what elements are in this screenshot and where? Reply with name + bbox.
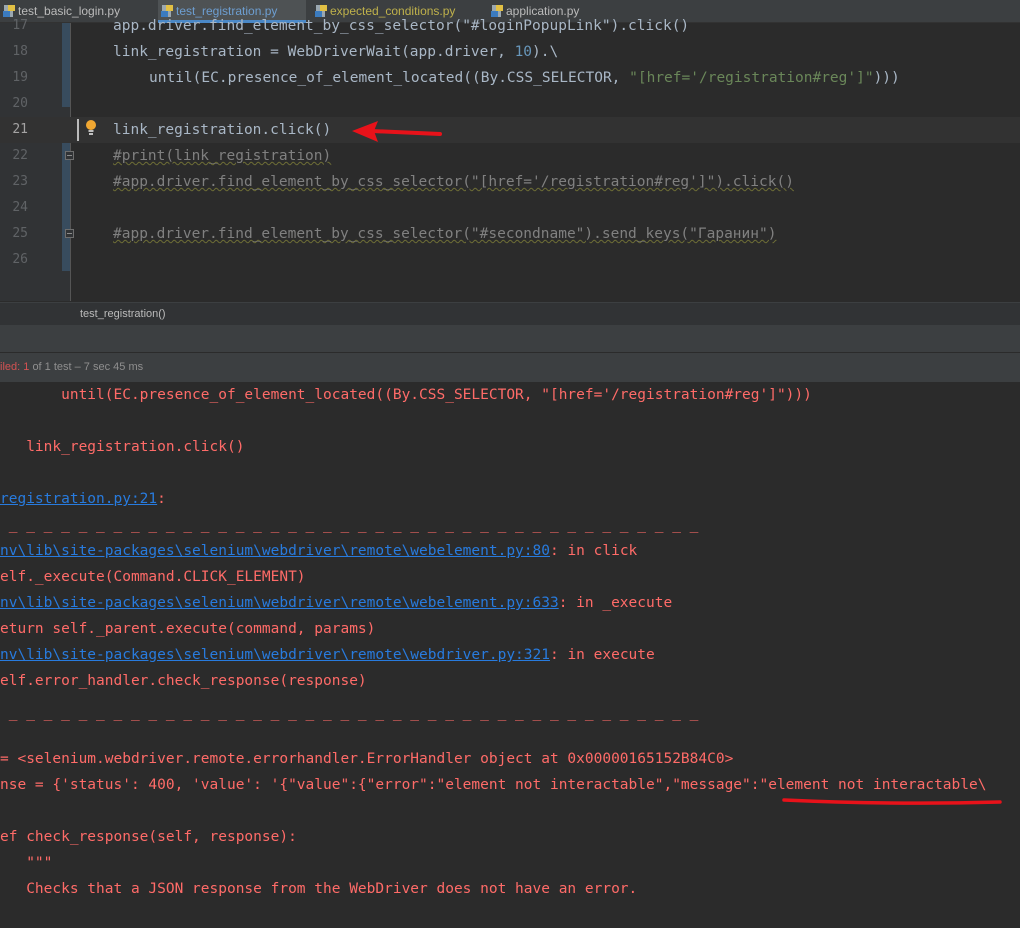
lightbulb-icon[interactable] xyxy=(85,119,97,137)
code-line-current[interactable]: 21 link_registration.click() xyxy=(0,117,1020,143)
traceback-link[interactable]: nv\lib\site-packages\selenium\webdriver\… xyxy=(0,595,559,611)
panel-separator xyxy=(0,325,1020,352)
run-summary: of 1 test – 7 sec 45 ms xyxy=(32,361,144,373)
failed-count: 1 xyxy=(23,361,30,373)
code-editor[interactable]: 17 app.driver.find_element_by_css_select… xyxy=(0,18,1020,301)
console-line: link_registration.click() xyxy=(0,439,245,455)
console-text: : in click xyxy=(549,543,638,559)
console-line: nv\lib\site-packages\selenium\webdriver\… xyxy=(0,590,672,616)
run-console-output[interactable]: until(EC.presence_of_element_located((By… xyxy=(0,382,1020,928)
code-segment: link_registration = WebDriverWait(app.dr… xyxy=(113,44,515,60)
fold-marker-icon[interactable] xyxy=(65,151,74,160)
fold-marker-icon[interactable] xyxy=(65,229,74,238)
code-line[interactable]: 20 xyxy=(0,91,1020,117)
code-comment: #print(link_registration) xyxy=(113,148,332,164)
code-line[interactable]: 18 link_registration = WebDriverWait(app… xyxy=(0,39,1020,65)
console-line: """ xyxy=(0,855,53,871)
code-line[interactable]: 23 #app.driver.find_element_by_css_selec… xyxy=(0,169,1020,195)
line-number: 17 xyxy=(12,18,28,33)
code-text: link_registration = WebDriverWait(app.dr… xyxy=(113,39,558,65)
console-text: : in _execute xyxy=(558,595,673,611)
code-text: until(EC.presence_of_element_located((By… xyxy=(149,65,900,91)
code-line[interactable]: 24 xyxy=(0,195,1020,221)
line-number: 24 xyxy=(12,200,28,215)
breadcrumb[interactable]: test_registration() xyxy=(80,303,166,325)
code-segment: ))) xyxy=(873,70,900,86)
traceback-link[interactable]: registration.py:21 xyxy=(0,491,157,507)
console-dashes: _ _ _ _ _ _ _ _ _ _ _ _ _ _ _ _ _ _ _ _ … xyxy=(0,705,699,721)
line-number: 23 xyxy=(12,174,28,189)
traceback-link[interactable]: nv\lib\site-packages\selenium\webdriver\… xyxy=(0,543,550,559)
console-line: nse = {'status': 400, 'value': '{"value"… xyxy=(0,777,987,793)
console-line: until(EC.presence_of_element_located((By… xyxy=(0,387,812,403)
console-line: ef check_response(self, response): xyxy=(0,829,297,845)
test-run-status: iled: 1 of 1 test – 7 sec 45 ms xyxy=(0,353,143,382)
code-string: "[href='/registration#reg']" xyxy=(629,70,874,86)
code-line[interactable]: 26 xyxy=(0,247,1020,273)
code-number: 10 xyxy=(514,44,533,60)
line-number: 20 xyxy=(12,96,28,111)
code-comment: #app.driver.find_element_by_css_selector… xyxy=(113,174,794,190)
failed-label: iled: xyxy=(0,361,21,373)
console-line: Checks that a JSON response from the Web… xyxy=(0,881,638,897)
code-segment: ).\ xyxy=(532,44,559,60)
annotation-underline xyxy=(782,798,1002,805)
line-number: 18 xyxy=(12,44,28,59)
code-line[interactable]: 22 #print(link_registration) xyxy=(0,143,1020,169)
code-text: #app.driver.find_element_by_css_selector… xyxy=(113,169,794,195)
console-line: eturn self._parent.execute(command, para… xyxy=(0,621,376,637)
breadcrumb-bar: test_registration() xyxy=(0,302,1020,325)
code-text: link_registration.click() xyxy=(113,122,332,138)
code-line[interactable]: 25 #app.driver.find_element_by_css_selec… xyxy=(0,221,1020,247)
code-text: #app.driver.find_element_by_css_selector… xyxy=(113,221,776,247)
code-segment: until(EC.presence_of_element_located((By… xyxy=(149,70,630,86)
console-line: registration.py:21: xyxy=(0,486,166,512)
line-number: 22 xyxy=(12,148,28,163)
line-number: 19 xyxy=(12,70,28,85)
code-comment: #app.driver.find_element_by_css_selector… xyxy=(113,226,777,242)
traceback-link[interactable]: nv\lib\site-packages\selenium\webdriver\… xyxy=(0,647,550,663)
run-toolbar: iled: 1 of 1 test – 7 sec 45 ms xyxy=(0,352,1020,383)
line-number: 26 xyxy=(12,252,28,267)
console-text: : xyxy=(157,491,166,507)
console-line: nv\lib\site-packages\selenium\webdriver\… xyxy=(0,642,655,668)
console-dashes: _ _ _ _ _ _ _ _ _ _ _ _ _ _ _ _ _ _ _ _ … xyxy=(0,517,699,533)
console-line: elf._execute(Command.CLICK_ELEMENT) xyxy=(0,569,306,585)
console-line: elf.error_handler.check_response(respons… xyxy=(0,673,367,689)
code-line[interactable]: 19 until(EC.presence_of_element_located(… xyxy=(0,65,1020,91)
text-caret xyxy=(77,119,79,141)
code-text: #print(link_registration) xyxy=(113,143,331,169)
console-line: nv\lib\site-packages\selenium\webdriver\… xyxy=(0,538,637,564)
code-line[interactable]: 17 app.driver.find_element_by_css_select… xyxy=(0,13,1020,39)
console-text: : in execute xyxy=(549,647,655,663)
line-number: 25 xyxy=(12,226,28,241)
line-number: 21 xyxy=(12,122,28,137)
console-line: = <selenium.webdriver.remote.errorhandle… xyxy=(0,751,734,767)
code-text: app.driver.find_element_by_css_selector(… xyxy=(113,18,690,34)
